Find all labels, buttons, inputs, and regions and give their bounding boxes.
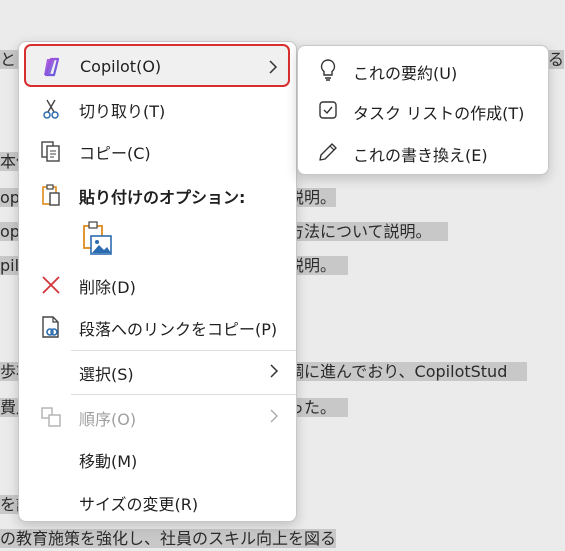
menu-item-resize[interactable]: サイズの変更(R) xyxy=(25,483,289,519)
menu-item-label: Copilot(O) xyxy=(80,57,162,76)
menu-item-paste-options: 貼り付けのオプション: xyxy=(25,176,289,212)
menu-item-move[interactable]: 移動(M) xyxy=(25,440,289,476)
submenu-item-label: これの書き換え(E) xyxy=(353,146,488,165)
paste-picture-icon xyxy=(81,220,113,258)
submenu-item-create-task-list[interactable]: タスク リストの作成(T) xyxy=(304,92,540,128)
menu-item-label: 削除(D) xyxy=(79,278,136,297)
copy-icon xyxy=(39,139,63,163)
submenu-item-rewrite[interactable]: これの書き換え(E) xyxy=(304,134,540,170)
copilot-submenu: これの要約(U) タスク リストの作成(T) これの書き換え(E) xyxy=(297,45,549,175)
menu-item-label: 貼り付けのオプション: xyxy=(79,188,246,207)
chevron-right-icon xyxy=(266,58,280,76)
context-menu: Copilot(O) 切り取り(T) コピー(C) 貼り付けのオプション: 削除… xyxy=(18,41,297,522)
doc-line: る xyxy=(548,50,565,69)
submenu-item-label: これの要約(U) xyxy=(353,64,458,83)
doc-line: pil xyxy=(0,256,20,275)
chevron-right-icon xyxy=(267,407,281,425)
lightbulb-icon xyxy=(316,58,340,82)
menu-item-delete[interactable]: 削除(D) xyxy=(25,266,289,302)
doc-line: った。 xyxy=(288,396,349,420)
chevron-right-icon xyxy=(267,362,281,380)
menu-separator xyxy=(71,394,296,395)
submenu-item-label: タスク リストの作成(T) xyxy=(353,104,525,123)
menu-item-order: 順序(O) xyxy=(25,398,289,434)
menu-item-label: コピー(C) xyxy=(79,144,151,163)
doc-line: op xyxy=(0,222,20,241)
scissors-icon xyxy=(39,97,63,121)
menu-item-label: 段落へのリンクをコピー(P) xyxy=(79,320,278,339)
delete-x-icon xyxy=(39,273,63,297)
doc-line: 調に進んでおり、CopilotStud xyxy=(288,360,528,384)
menu-item-label: 切り取り(T) xyxy=(79,102,166,121)
order-icon xyxy=(39,405,63,429)
submenu-item-summarize[interactable]: これの要約(U) xyxy=(304,52,540,88)
menu-item-copy[interactable]: コピー(C) xyxy=(25,132,289,168)
menu-item-copy-paragraph-link[interactable]: 段落へのリンクをコピー(P) xyxy=(25,308,289,344)
paste-icon xyxy=(39,183,63,207)
menu-item-copilot[interactable]: Copilot(O) xyxy=(24,44,290,87)
checkbox-icon xyxy=(316,98,340,122)
menu-item-label: 選択(S) xyxy=(79,365,134,384)
link-paragraph-icon xyxy=(39,315,63,339)
menu-item-label: 順序(O) xyxy=(79,410,137,429)
paste-option-picture-button[interactable] xyxy=(79,218,119,260)
copilot-icon xyxy=(40,55,64,79)
doc-line: 説明。 xyxy=(288,254,349,278)
pencil-icon xyxy=(316,140,340,164)
menu-item-label: 移動(M) xyxy=(79,452,138,471)
menu-item-label: サイズの変更(R) xyxy=(79,495,199,514)
menu-item-select[interactable]: 選択(S) xyxy=(25,353,289,389)
doc-line: の教育施策を強化し、社員のスキル向上を図る xyxy=(0,529,337,548)
menu-separator xyxy=(71,350,296,351)
doc-line: 方法について説明。 xyxy=(288,220,448,244)
menu-item-cut[interactable]: 切り取り(T) xyxy=(25,90,289,126)
